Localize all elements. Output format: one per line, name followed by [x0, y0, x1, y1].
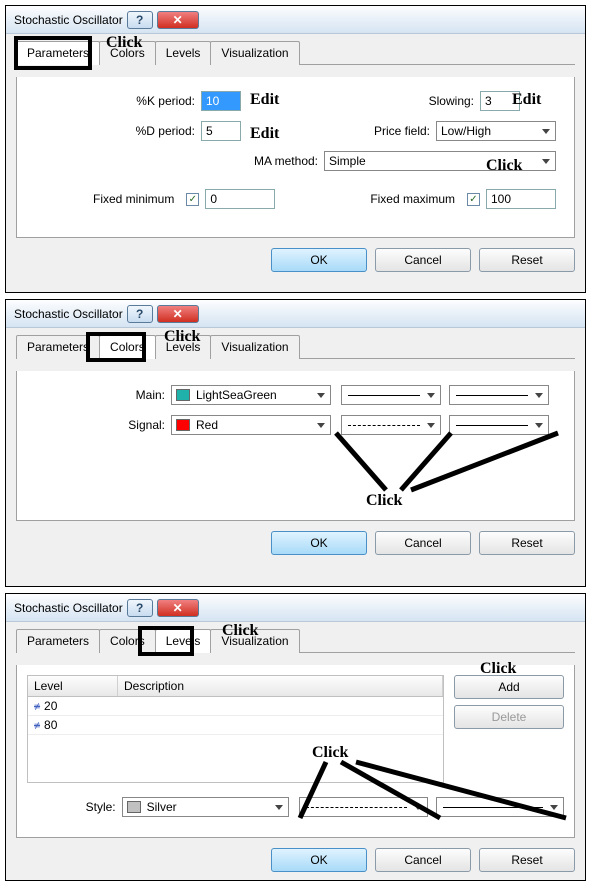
close-button[interactable]: ✕ — [157, 11, 199, 29]
main-linestyle-select[interactable] — [341, 385, 441, 405]
ok-button[interactable]: OK — [271, 248, 367, 272]
levels-panel: Level Description ≠20 ≠80 Add Delete Sty — [16, 665, 575, 838]
tab-parameters[interactable]: Parameters — [16, 41, 100, 65]
slowing-label: Slowing: — [429, 94, 474, 108]
k-period-input[interactable] — [201, 91, 241, 111]
reset-button[interactable]: Reset — [479, 848, 575, 872]
line-solid-icon — [456, 395, 528, 396]
col-description: Description — [118, 676, 443, 696]
close-icon: ✕ — [173, 307, 183, 321]
style-color-select[interactable]: Silver — [122, 797, 290, 817]
tab-levels[interactable]: Levels — [155, 629, 212, 653]
tab-parameters[interactable]: Parameters — [16, 629, 100, 653]
button-row: OK Cancel Reset — [16, 248, 575, 272]
reset-button[interactable]: Reset — [479, 531, 575, 555]
window-title: Stochastic Oscillator — [14, 601, 123, 615]
line-solid-icon — [348, 395, 420, 396]
close-button[interactable]: ✕ — [157, 599, 199, 617]
tab-colors[interactable]: Colors — [99, 629, 156, 653]
fixed-min-input[interactable] — [205, 189, 275, 209]
col-level: Level — [28, 676, 118, 696]
reset-button[interactable]: Reset — [479, 248, 575, 272]
cancel-button[interactable]: Cancel — [375, 531, 471, 555]
tab-levels[interactable]: Levels — [155, 41, 212, 65]
help-button[interactable]: ? — [127, 11, 153, 29]
table-row[interactable]: ≠20 — [28, 697, 443, 716]
close-icon: ✕ — [173, 601, 183, 615]
window-title: Stochastic Oscillator — [14, 13, 123, 27]
tab-visualization[interactable]: Visualization — [210, 41, 299, 65]
color-swatch-icon — [127, 801, 141, 813]
color-swatch-icon — [176, 389, 190, 401]
tab-strip: Parameters Colors Levels Visualization — [16, 40, 575, 65]
ma-method-select[interactable]: Simple — [324, 151, 556, 171]
line-solid-icon — [456, 425, 528, 426]
price-field-label: Price field: — [374, 124, 430, 138]
line-solid-icon — [443, 807, 543, 808]
style-linewidth-select[interactable] — [436, 797, 564, 817]
delete-button[interactable]: Delete — [454, 705, 564, 729]
tab-strip: Parameters Colors Levels Visualization — [16, 334, 575, 359]
dialog-colors: Stochastic Oscillator ? ✕ Parameters Col… — [5, 299, 586, 587]
titlebar[interactable]: Stochastic Oscillator ? ✕ — [6, 6, 585, 34]
main-linewidth-select[interactable] — [449, 385, 549, 405]
button-row: OK Cancel Reset — [16, 531, 575, 555]
ok-button[interactable]: OK — [271, 531, 367, 555]
close-button[interactable]: ✕ — [157, 305, 199, 323]
button-row: OK Cancel Reset — [16, 848, 575, 872]
main-color-label: Main: — [35, 388, 165, 402]
fixed-max-input[interactable] — [486, 189, 556, 209]
ok-button[interactable]: OK — [271, 848, 367, 872]
signal-color-select[interactable]: Red — [171, 415, 331, 435]
add-button[interactable]: Add — [454, 675, 564, 699]
dialog-parameters: Stochastic Oscillator ? ✕ Parameters Col… — [5, 5, 586, 293]
signal-color-label: Signal: — [35, 418, 165, 432]
style-label: Style: — [27, 800, 116, 814]
signal-linestyle-select[interactable] — [341, 415, 441, 435]
window-title: Stochastic Oscillator — [14, 307, 123, 321]
fixed-max-checkbox[interactable] — [467, 193, 480, 206]
tab-colors[interactable]: Colors — [99, 335, 156, 359]
titlebar[interactable]: Stochastic Oscillator ? ✕ — [6, 300, 585, 328]
tab-parameters[interactable]: Parameters — [16, 335, 100, 359]
colors-panel: Main: LightSeaGreen Signal: Red — [16, 371, 575, 521]
dialog-levels: Stochastic Oscillator ? ✕ Parameters Col… — [5, 593, 586, 881]
titlebar[interactable]: Stochastic Oscillator ? ✕ — [6, 594, 585, 622]
close-icon: ✕ — [173, 13, 183, 27]
fixed-max-label: Fixed maximum — [370, 192, 455, 206]
tab-colors[interactable]: Colors — [99, 41, 156, 65]
levels-table[interactable]: Level Description ≠20 ≠80 — [27, 675, 444, 783]
ma-method-label: MA method: — [254, 154, 318, 168]
cancel-button[interactable]: Cancel — [375, 848, 471, 872]
help-button[interactable]: ? — [127, 305, 153, 323]
main-color-select[interactable]: LightSeaGreen — [171, 385, 331, 405]
color-swatch-icon — [176, 419, 190, 431]
d-period-input[interactable] — [201, 121, 241, 141]
tab-visualization[interactable]: Visualization — [210, 629, 299, 653]
fixed-min-label: Fixed minimum — [93, 192, 174, 206]
line-dash-icon — [306, 807, 406, 808]
parameters-panel: %K period: Slowing: %D period: Price fie… — [16, 77, 575, 238]
fixed-min-checkbox[interactable] — [186, 193, 199, 206]
style-linestyle-select[interactable] — [299, 797, 427, 817]
table-row[interactable]: ≠80 — [28, 716, 443, 735]
level-icon: ≠ — [34, 701, 40, 713]
line-dash-icon — [348, 425, 420, 426]
slowing-input[interactable] — [480, 91, 520, 111]
tab-visualization[interactable]: Visualization — [210, 335, 299, 359]
k-period-label: %K period: — [35, 94, 195, 108]
signal-linewidth-select[interactable] — [449, 415, 549, 435]
level-icon: ≠ — [34, 720, 40, 732]
tab-strip: Parameters Colors Levels Visualization — [16, 628, 575, 653]
cancel-button[interactable]: Cancel — [375, 248, 471, 272]
tab-levels[interactable]: Levels — [155, 335, 212, 359]
d-period-label: %D period: — [35, 124, 195, 138]
help-button[interactable]: ? — [127, 599, 153, 617]
price-field-select[interactable]: Low/High — [436, 121, 556, 141]
